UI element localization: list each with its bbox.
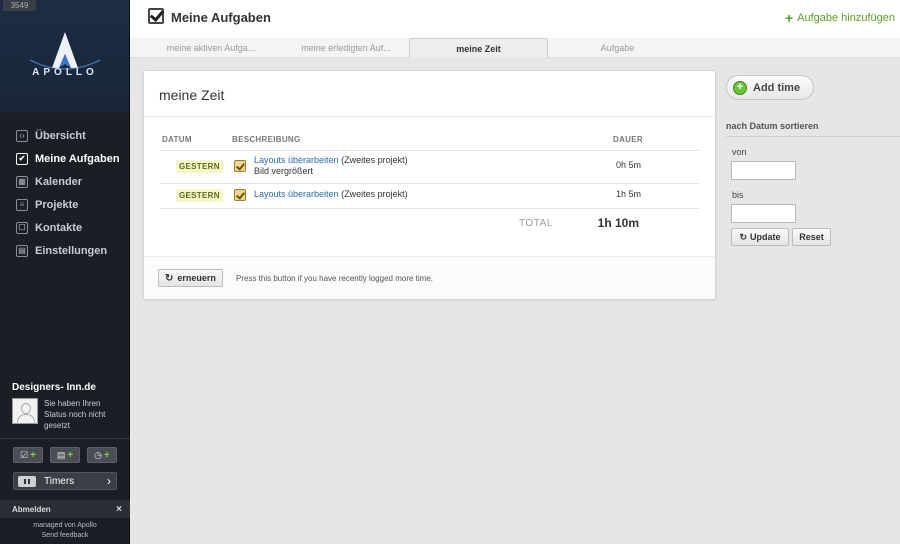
add-time-label: Add time [753, 81, 801, 94]
tab-my-time[interactable]: meine Zeit [409, 38, 548, 58]
table-row-description: Layouts überarbeiten (Zweites projekt) [254, 189, 408, 200]
row-divider [160, 183, 700, 184]
apollo-logo[interactable] [0, 30, 130, 90]
nav-item-my-tasks[interactable]: ✔ Meine Aufgaben [0, 147, 130, 170]
main-nav: ‹› Übersicht ✔ Meine Aufgaben ▦ Kalender… [0, 124, 130, 262]
nav-label: Meine Aufgaben [35, 152, 120, 165]
project-name: (Zweites projekt) [341, 155, 408, 165]
refresh-button[interactable]: ↻ erneuern [158, 269, 223, 287]
tab-bar: meine aktiven Aufga... meine erledigten … [130, 38, 900, 58]
task-check-icon[interactable] [234, 160, 246, 172]
clock-icon: ◷ [94, 449, 102, 460]
time-card: meine Zeit DATUM BESCHREIBUNG DAUER GEST… [143, 70, 716, 300]
avatar[interactable] [12, 398, 38, 424]
pause-icon [18, 475, 36, 487]
add-time-button[interactable]: + Add time [726, 75, 814, 100]
timers-label: Timers [44, 475, 75, 487]
managed-by: managed von Apollo Send feedback [0, 521, 130, 541]
to-date-input[interactable] [731, 204, 796, 223]
plus-circle-icon: + [733, 80, 747, 95]
managed-by-text: managed von Apollo [33, 522, 97, 529]
time-note: Bild vergrößert [254, 166, 314, 176]
close-icon[interactable]: × [116, 504, 122, 515]
plus-icon: + [784, 10, 794, 26]
sidebar: 3549 APOLLO ‹› Übersicht ✔ Meine Aufgabe… [0, 0, 130, 544]
refresh-label: erneuern [177, 273, 216, 283]
calendar-icon: ▦ [16, 175, 28, 188]
column-duration: DAUER [613, 135, 643, 144]
logo-text: APOLLO [32, 67, 98, 78]
sidebar-divider [0, 438, 130, 439]
nav-item-contacts[interactable]: ☐ Kontakte [0, 216, 130, 239]
chevron-right-icon: › [107, 474, 111, 488]
from-date-input[interactable] [731, 161, 796, 180]
send-feedback-link[interactable]: Send feedback [0, 531, 130, 541]
nav-item-calendar[interactable]: ▦ Kalender [0, 170, 130, 193]
contacts-icon: ☐ [16, 221, 28, 234]
nav-label: Übersicht [35, 129, 86, 142]
task-link[interactable]: Layouts überarbeiten [254, 155, 339, 165]
refresh-hint: Press this button if you have recently l… [236, 274, 433, 283]
profile-status[interactable]: Sie haben Ihren Status noch nicht gesetz… [44, 398, 124, 431]
total-value: 1h 10m [597, 216, 639, 230]
nav-item-projects[interactable]: ≡ Projekte [0, 193, 130, 216]
task-check-icon[interactable] [234, 189, 246, 201]
add-task-link[interactable]: + Aufgabe hinzufügen [784, 10, 895, 26]
nav-item-settings[interactable]: ▤ Einstellungen [0, 239, 130, 262]
quick-add-task-button[interactable]: ☑ + [13, 447, 43, 463]
logout-bar[interactable]: Abmelden × [0, 500, 130, 518]
nav-label: Einstellungen [35, 244, 108, 257]
profile-name[interactable]: Designers- Inn.de [12, 382, 96, 393]
date-badge: GESTERN [176, 189, 223, 202]
tab-active-tasks[interactable]: meine aktiven Aufga... [146, 38, 276, 58]
card-title: meine Zeit [159, 87, 225, 103]
version-badge: 3549 [3, 0, 36, 11]
plus-icon: + [30, 449, 36, 461]
settings-icon: ▤ [16, 244, 28, 257]
quick-add-time-button[interactable]: ◷ + [87, 447, 117, 463]
logout-label: Abmelden [12, 504, 51, 514]
card-divider [144, 116, 715, 117]
projects-icon: ≡ [16, 198, 28, 211]
checkbox-icon: ✔ [16, 152, 28, 165]
page-header: Meine Aufgaben + Aufgabe hinzufügen [130, 0, 900, 38]
column-date: DATUM [162, 135, 192, 144]
update-button[interactable]: ↻ Update [731, 228, 789, 246]
table-divider [160, 150, 700, 151]
update-label: Update [750, 232, 781, 242]
quick-add-project-button[interactable]: ▤ + [50, 447, 80, 463]
sort-by-date-heading: nach Datum sortieren [726, 121, 900, 137]
page-title: Meine Aufgaben [171, 10, 271, 25]
card-footer: ↻ erneuern Press this button if you have… [144, 256, 715, 299]
add-task-label: Aufgabe hinzufügen [797, 12, 895, 24]
task-link[interactable]: Layouts überarbeiten [254, 189, 339, 199]
total-label: TOTAL [519, 218, 553, 229]
column-description: BESCHREIBUNG [232, 135, 301, 144]
refresh-icon: ↻ [165, 272, 174, 284]
row-duration: 1h 5m [615, 189, 641, 199]
reset-label: Reset [799, 232, 824, 242]
tab-completed-tasks[interactable]: meine erledigten Auf... [283, 38, 409, 58]
row-duration: 0h 5m [615, 160, 641, 170]
plus-icon: + [67, 449, 74, 461]
reset-button[interactable]: Reset [792, 228, 831, 246]
table-row-description: Layouts überarbeiten (Zweites projekt) B… [254, 155, 408, 177]
nav-label: Kontakte [35, 221, 83, 234]
date-badge: GESTERN [176, 160, 223, 173]
to-label: bis [732, 190, 744, 200]
nav-item-overview[interactable]: ‹› Übersicht [0, 124, 130, 147]
overview-icon: ‹› [16, 129, 28, 142]
row-divider [160, 208, 700, 209]
project-name: (Zweites projekt) [341, 189, 408, 199]
list-icon: ▤ [56, 449, 66, 460]
checkbox-icon [148, 8, 164, 24]
from-label: von [732, 147, 747, 157]
refresh-icon: ↻ [739, 231, 748, 242]
task-icon: ☑ [20, 449, 29, 460]
plus-icon: + [104, 449, 110, 461]
tab-task[interactable]: Aufgabe [570, 38, 665, 58]
nav-label: Projekte [35, 198, 79, 211]
nav-label: Kalender [35, 175, 83, 188]
timers-button[interactable]: Timers › [13, 472, 117, 490]
